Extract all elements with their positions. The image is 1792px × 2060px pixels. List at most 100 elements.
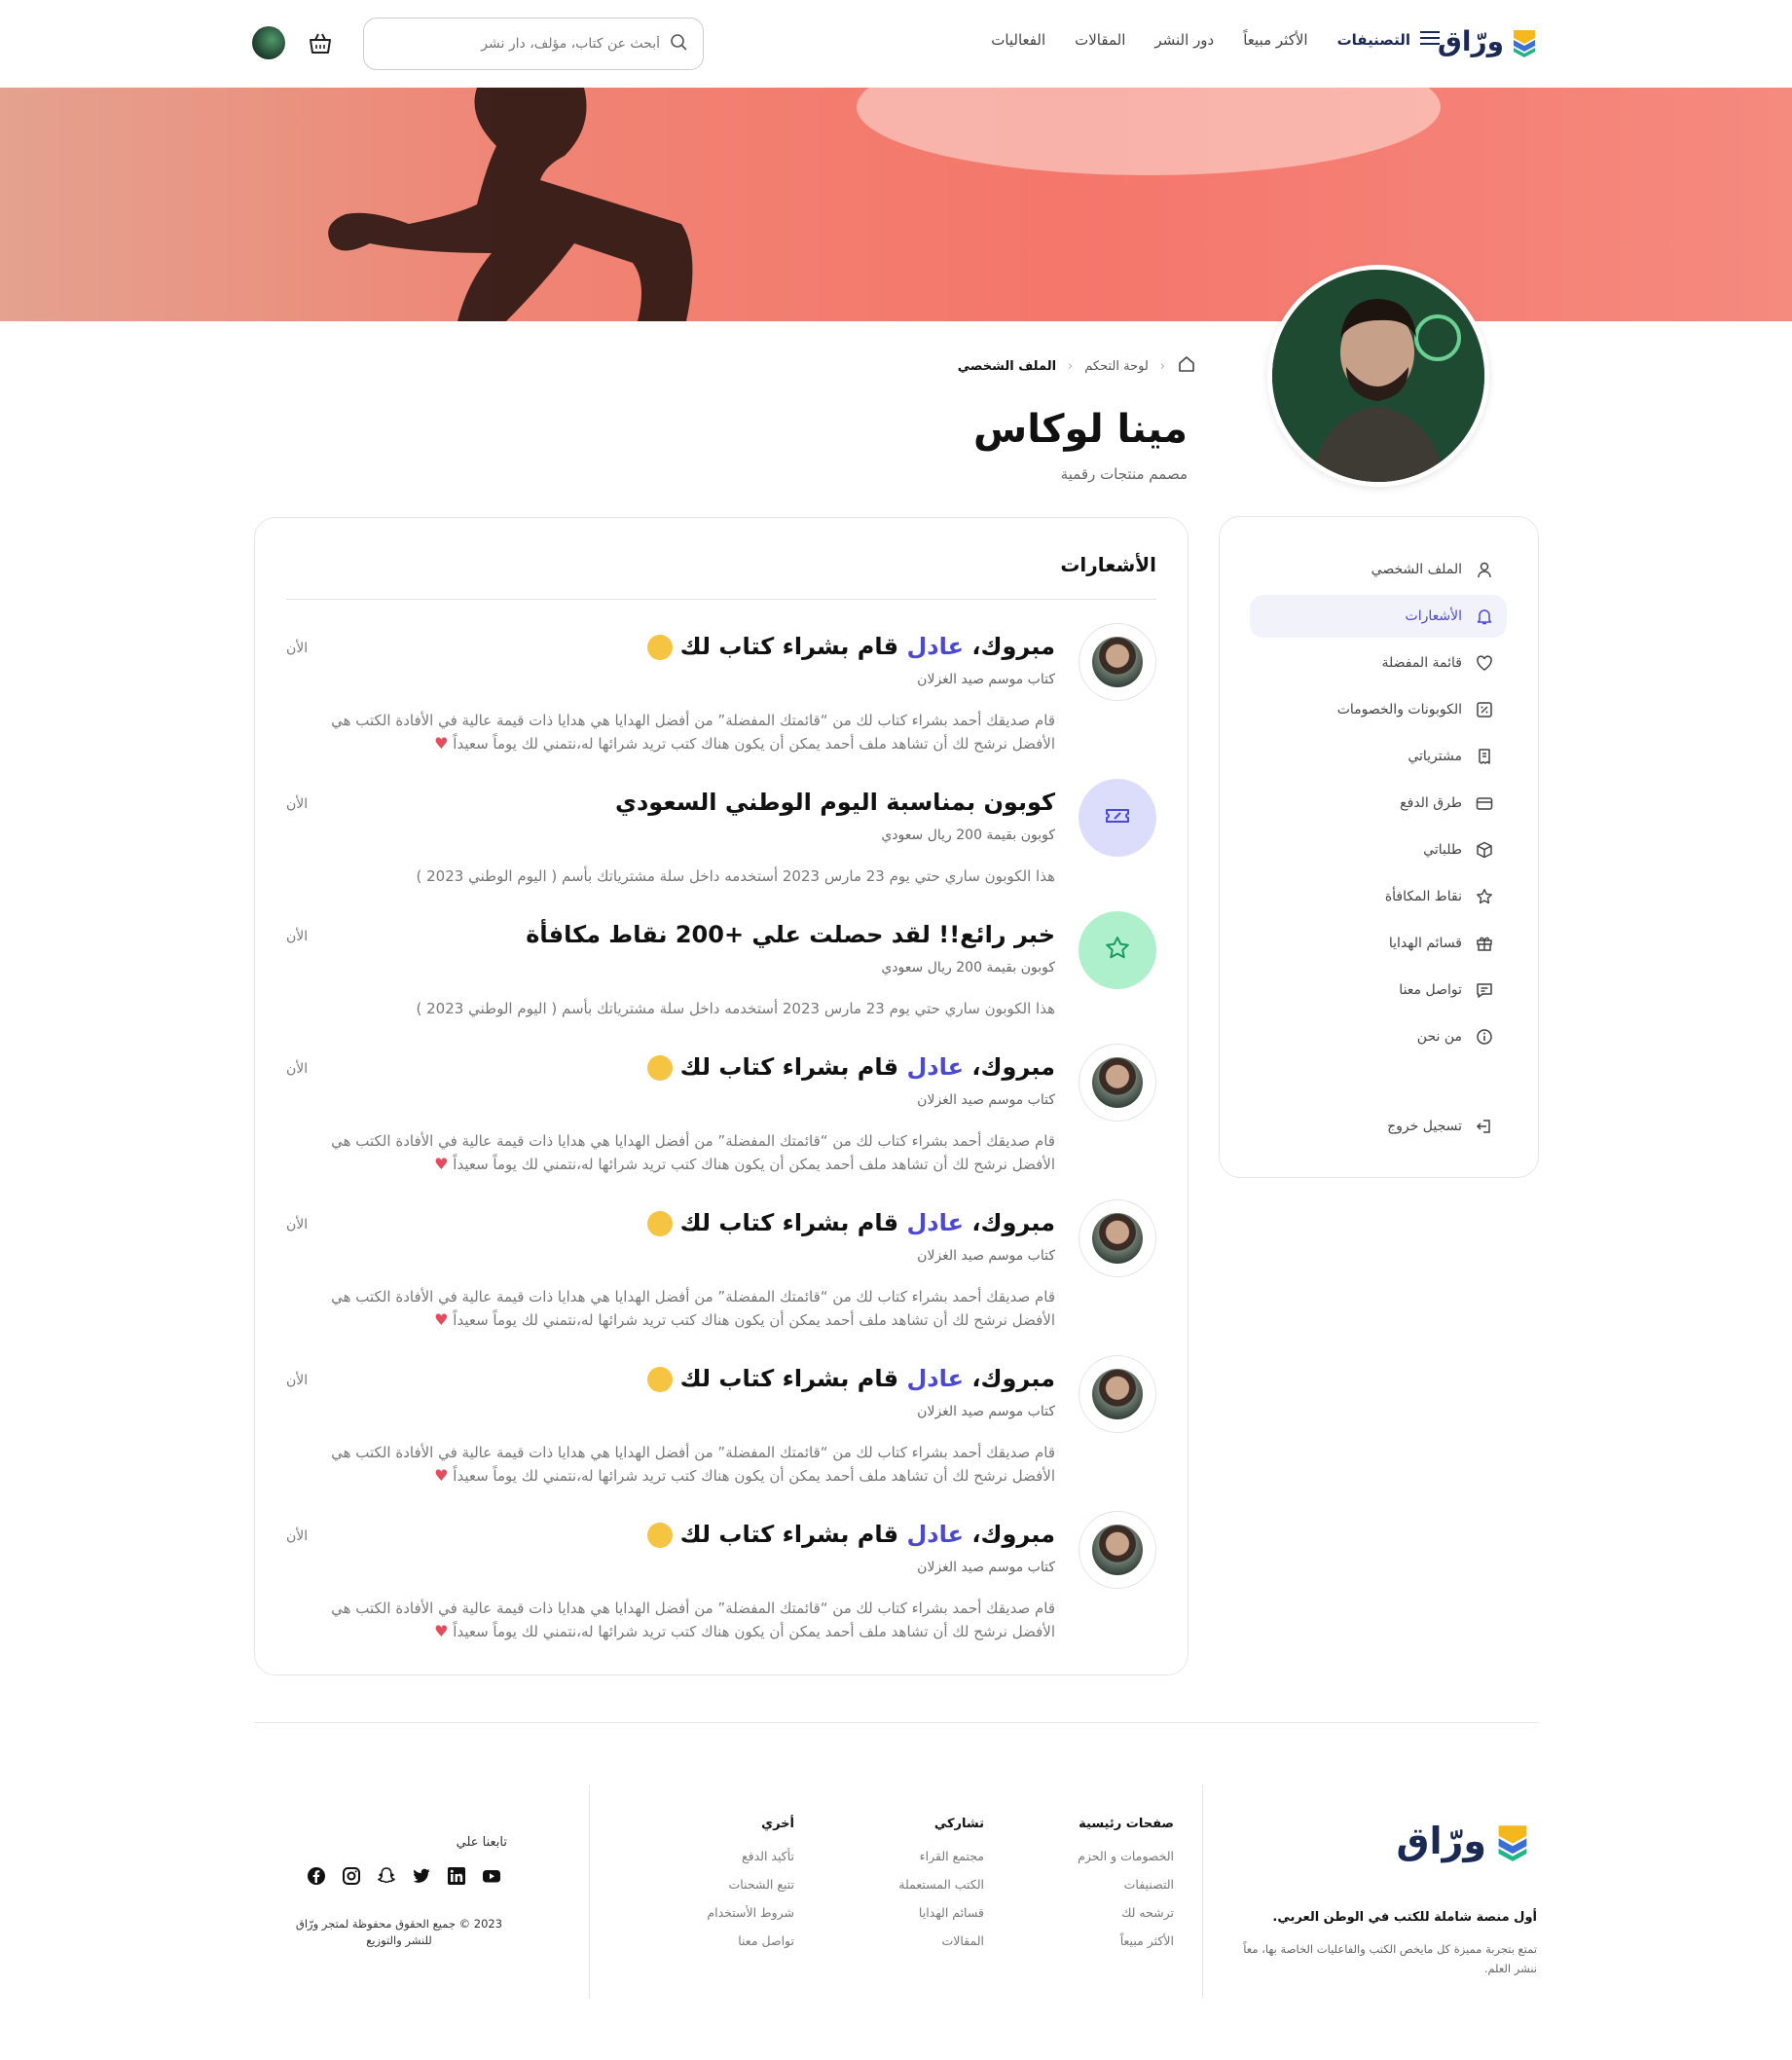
search-icon[interactable] [670,33,687,55]
snapchat-icon[interactable] [377,1866,396,1886]
profile-name: مينا لوكاس [973,407,1188,452]
gift-icon [1476,935,1493,952]
nav-categories[interactable]: التصنيفات [1337,31,1440,49]
chat-icon [1476,981,1493,999]
facebook-icon[interactable] [307,1866,326,1886]
notification-item[interactable]: خبر رائع!! لقد حصلت علي +200 نقاط مكافأة… [286,911,1156,1028]
smile-emoji-icon [646,635,673,660]
heart-icon [1476,654,1493,672]
footer-link[interactable]: ترشحه لك [1078,1905,1174,1920]
notification-title: مبروك، عادل قام بشراء كتاب لك [646,1053,1055,1081]
notification-item[interactable]: مبروك، عادل قام بشراء كتاب لك كتاب موسم … [286,623,1156,769]
footer-link[interactable]: قسائم الهدايا [898,1905,984,1920]
notification-item[interactable]: مبروك، عادل قام بشراء كتاب لك كتاب موسم … [286,1199,1156,1345]
title-suffix: قام بشراء كتاب لك [679,1053,907,1081]
sidebar-item-label: طلباتي [1423,842,1462,858]
nav-events[interactable]: الفعاليات [991,31,1045,49]
nav-best-sellers[interactable]: الأكثر مبيعاً [1243,31,1307,49]
smile-emoji-icon [646,1523,673,1548]
sidebar-item-label: الأشعارات [1405,608,1462,624]
notification-item[interactable]: مبروك، عادل قام بشراء كتاب لك كتاب موسم … [286,1511,1156,1657]
nav-categories-label: التصنيفات [1336,31,1410,49]
title-prefix: مبروك، [964,633,1055,660]
footer-link[interactable]: تأكيد الدفع [707,1849,794,1863]
nav-publishers[interactable]: دور النشر [1154,31,1214,49]
notification-time: الأن [286,1217,309,1232]
sender-avatar [1079,623,1156,701]
footer-link[interactable]: الأكثر مبيعاً [1078,1933,1174,1948]
sidebar-item-reward-points[interactable]: نقاط المكافأة [1250,875,1507,918]
footer-link[interactable]: مجتمع القراء [898,1849,984,1863]
ticket-icon [1104,802,1131,833]
title-suffix: قام بشراء كتاب لك [679,1365,907,1392]
sidebar-item-gift-vouchers[interactable]: قسائم الهدايا [1250,922,1507,965]
footer-logo[interactable]: ورّاق [1397,1819,1530,1863]
footer-column-main-pages: صفحات رئيسية الخصومات و الحزم التصنيفات … [1078,1817,1174,1962]
sidebar-item-profile[interactable]: الملف الشخصي [1250,548,1507,591]
search-box [363,18,704,70]
smile-emoji-icon [646,1211,673,1236]
footer-column-title: صفحات رئيسية [1079,1817,1174,1831]
cart-icon[interactable] [306,29,335,58]
notification-body: قام صديقك أحمد بشراء كتاب لك من “قائمتك … [286,1597,1055,1643]
sidebar-item-payment-methods[interactable]: طرق الدفع [1250,782,1507,825]
notification-item[interactable]: مبروك، عادل قام بشراء كتاب لك كتاب موسم … [286,1044,1156,1190]
sender-name[interactable]: عادل [906,1209,964,1236]
discount-icon [1476,701,1493,718]
notification-subtitle: كتاب موسم صيد الغزلان [917,1404,1055,1419]
logout-label: تسجيل خروج [1387,1119,1462,1134]
footer-column-divider [1202,1784,1203,1999]
sidebar-item-label: قسائم الهدايا [1388,936,1462,951]
notification-title: مبروك، عادل قام بشراء كتاب لك [646,1209,1055,1236]
receipt-icon [1476,748,1493,765]
youtube-icon[interactable] [482,1866,501,1886]
sidebar-item-coupons[interactable]: الكوبونات والخصومات [1250,688,1507,731]
footer-link[interactable]: التصنيفات [1078,1877,1174,1892]
site-logo[interactable]: ورّاق [1438,25,1537,57]
notifications-title: الأشعارات [1060,553,1156,576]
footer-link[interactable]: الكتب المستعملة [898,1877,984,1892]
user-avatar[interactable] [252,26,285,59]
title-prefix: مبروك، [964,1365,1055,1392]
search-input[interactable] [380,36,660,52]
sender-name[interactable]: عادل [906,633,964,660]
footer-link[interactable]: شروط الأستخدام [707,1905,794,1920]
home-icon[interactable] [1177,354,1196,378]
title-prefix: مبروك، [964,1521,1055,1548]
footer-link[interactable]: تتبع الشحنات [707,1877,795,1892]
smile-emoji-icon [646,1367,673,1392]
notification-title: خبر رائع!! لقد حصلت علي +200 نقاط مكافأة [526,921,1055,948]
sidebar-item-purchases[interactable]: مشترياتي [1250,735,1507,778]
title-prefix: مبروك، [964,1053,1055,1081]
nav-articles[interactable]: المقالات [1075,31,1125,49]
title-suffix: قام بشراء كتاب لك [679,1521,907,1548]
sidebar-item-orders[interactable]: طلباتي [1250,828,1507,871]
footer-link[interactable]: الخصومات و الحزم [1078,1849,1174,1863]
bell-icon [1476,607,1493,625]
breadcrumb-dashboard[interactable]: لوحة التحكم [1084,359,1149,374]
footer-link[interactable]: تواصل معنا [707,1933,794,1948]
sidebar-item-about[interactable]: من نحن [1250,1015,1507,1058]
notification-item[interactable]: مبروك، عادل قام بشراء كتاب لك كتاب موسم … [286,1355,1156,1501]
instagram-icon[interactable] [342,1866,361,1886]
sidebar-item-label: تواصل معنا [1399,982,1462,998]
heart-emoji-icon: ♥ [434,1622,449,1640]
notification-subtitle: كتاب موسم صيد الغزلان [917,1560,1055,1575]
sender-name[interactable]: عادل [906,1521,964,1548]
twitter-icon[interactable] [412,1866,431,1886]
chevron-left-icon: ‹ [1068,358,1074,374]
sender-name[interactable]: عادل [906,1053,964,1081]
social-links [307,1866,501,1886]
notification-time: الأن [286,796,309,812]
footer-link[interactable]: المقالات [898,1933,984,1948]
follow-us-label: تابعنا علي [456,1835,507,1850]
linkedin-icon[interactable] [447,1866,466,1886]
footer-logo-text: ورّاق [1396,1820,1487,1862]
sender-name[interactable]: عادل [906,1365,964,1392]
logout-button[interactable]: تسجيل خروج [1250,1105,1507,1148]
sidebar-item-wishlist[interactable]: قائمة المفضلة [1250,642,1507,684]
info-icon [1476,1028,1493,1046]
sidebar-item-notifications[interactable]: الأشعارات [1250,595,1507,638]
sidebar-item-contact[interactable]: تواصل معنا [1250,969,1507,1012]
notification-item[interactable]: كوبون بمناسبة اليوم الوطني السعودي كوبون… [286,779,1156,896]
